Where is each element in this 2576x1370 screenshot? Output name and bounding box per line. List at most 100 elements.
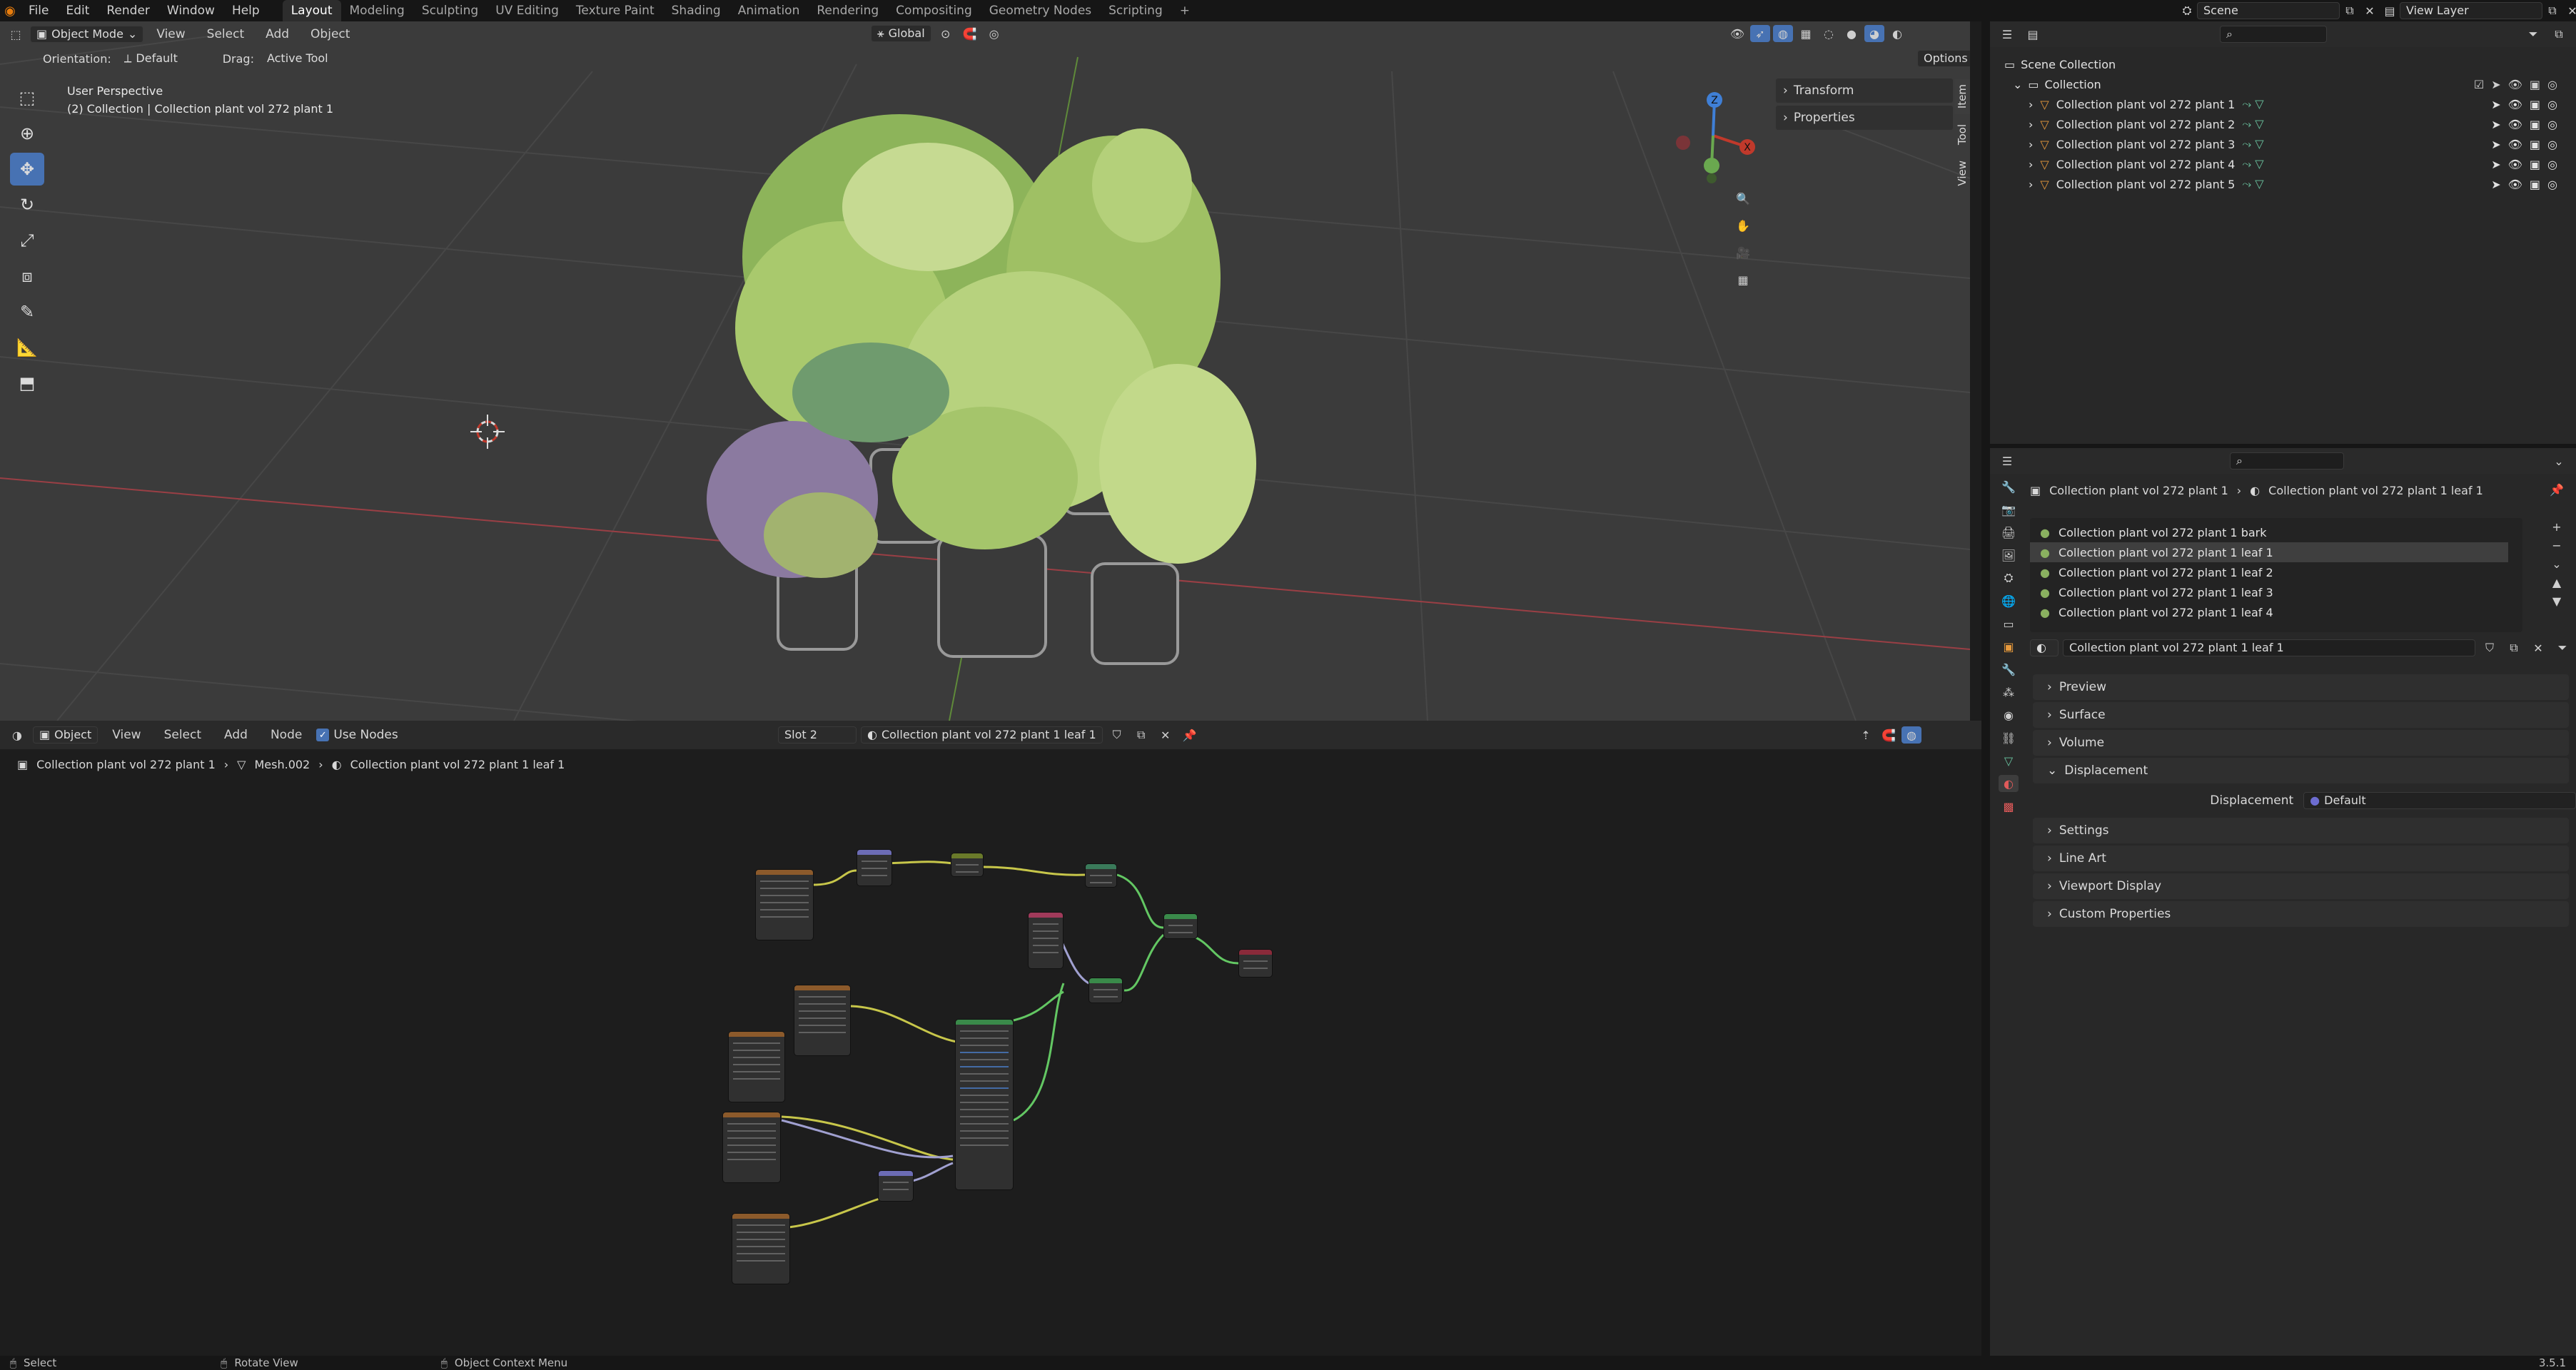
mix-shader-node[interactable] (1163, 913, 1198, 939)
panel-settings[interactable]: › Settings (2033, 818, 2569, 843)
menu-view[interactable]: View (148, 24, 193, 45)
panel-displacement[interactable]: ⌄ Displacement (2033, 758, 2569, 783)
tab-uv-editing[interactable]: UV Editing (487, 0, 567, 21)
unlink-material-icon[interactable]: ✕ (2528, 639, 2548, 656)
move-down-icon[interactable]: ▼ (2547, 592, 2567, 609)
navigation-gizmo[interactable]: X Z (1663, 86, 1763, 186)
object-restriction-toggles-icon[interactable]: ➤👁▣◎ (2491, 178, 2565, 191)
proportional-edit-icon[interactable]: ◎ (984, 25, 1004, 42)
panel-volume[interactable]: › Volume (2033, 730, 2569, 756)
properties-editor-icon[interactable]: ☰ (1997, 452, 2017, 470)
pivot-icon[interactable]: ⊙ (936, 25, 956, 42)
new-collection-icon[interactable]: ⧉ (2549, 26, 2569, 43)
wireframe-shading-icon[interactable]: ◌ (1819, 25, 1839, 42)
menu-help[interactable]: Help (223, 0, 268, 21)
remove-slot-icon[interactable]: − (2547, 537, 2567, 554)
image-texture-node[interactable] (755, 869, 814, 940)
material-name-field[interactable]: Collection plant vol 272 plant 1 leaf 1 (2063, 639, 2475, 656)
tab-sculpting[interactable]: Sculpting (413, 0, 487, 21)
outliner-item-plant-3[interactable]: › ▽ Collection plant vol 272 plant 3 ⤳ ▽ ➤👁▣… (1990, 134, 2576, 154)
panel-preview[interactable]: › Preview (2033, 674, 2569, 700)
image-texture-node-3[interactable] (728, 1031, 785, 1102)
texture-coordinate-node[interactable] (1028, 912, 1064, 969)
material-slot-item[interactable]: ● Collection plant vol 272 plant 1 leaf 3 (2030, 582, 2522, 602)
object-restriction-toggles-icon[interactable]: ➤👁▣◎ (2491, 138, 2565, 151)
material-slot-item[interactable]: ● Collection plant vol 272 plant 1 leaf 2 (2030, 562, 2522, 582)
visibility-icon[interactable]: 👁 (1727, 25, 1747, 42)
tab-animation[interactable]: Animation (729, 0, 809, 21)
gizmo-toggle-icon[interactable]: ➶ (1750, 25, 1770, 42)
object-restriction-toggles-icon[interactable]: ➤👁▣◎ (2491, 98, 2565, 111)
measure-tool-icon[interactable]: 📐 (10, 331, 44, 364)
rotate-tool-icon[interactable]: ↻ (10, 188, 44, 221)
tab-modeling[interactable]: Modeling (341, 0, 413, 21)
tab-texture-paint[interactable]: Texture Paint (567, 0, 663, 21)
drag-dropdown[interactable]: Active Tool (261, 50, 334, 67)
mapping-node[interactable] (857, 849, 892, 886)
image-texture-node-2[interactable] (794, 985, 851, 1056)
material-slot-item-active[interactable]: ● Collection plant vol 272 plant 1 leaf 1 (2030, 542, 2508, 562)
panel-custom-properties[interactable]: › Custom Properties (2033, 901, 2569, 927)
link-icon[interactable]: ⏷ (2552, 639, 2572, 656)
menu-add[interactable]: Add (257, 24, 298, 45)
delete-scene-icon[interactable]: ✕ (2360, 2, 2380, 19)
properties-search-input[interactable]: ⌕ (2230, 452, 2344, 470)
orthographic-grid-icon[interactable]: ▦ (1733, 271, 1753, 288)
mode-selector[interactable]: ▣ Object Mode ⌄ (30, 26, 144, 43)
new-scene-icon[interactable]: ⧉ (2340, 2, 2360, 19)
tool-tab-icon[interactable]: 🔧 (1999, 478, 2019, 495)
material-output-node[interactable] (1238, 949, 1273, 978)
zoom-icon[interactable]: 🔍 (1733, 190, 1753, 207)
view-layer-tab-icon[interactable]: 🖼 (1999, 547, 2019, 564)
scene-tab-icon[interactable]: ⛭ (1999, 569, 2019, 587)
menu-object[interactable]: Object (302, 24, 358, 45)
shader-node-editor[interactable]: ◑ ▣ Object View Select Add Node ✓ Use Node… (0, 721, 1984, 1356)
editor-type-icon[interactable]: ⬚ (6, 26, 26, 43)
annotate-tool-icon[interactable]: ✎ (10, 295, 44, 328)
duplicate-material-icon[interactable]: ⧉ (2504, 639, 2524, 656)
display-mode-icon[interactable]: ▤ (2023, 26, 2043, 43)
menu-edit[interactable]: Edit (57, 0, 98, 21)
options-button[interactable]: Options (1917, 50, 1970, 67)
move-up-icon[interactable]: ▲ (2547, 574, 2567, 591)
panel-surface[interactable]: › Surface (2033, 702, 2569, 728)
material-shading-icon[interactable]: ◕ (1864, 25, 1884, 42)
xray-icon[interactable]: ▦ (1796, 25, 1816, 42)
rendered-shading-icon[interactable]: ◐ (1887, 25, 1907, 42)
material-slot-item[interactable]: ● Collection plant vol 272 plant 1 leaf 4 (2030, 602, 2522, 622)
image-texture-node-5[interactable] (732, 1213, 790, 1284)
displacement-value-field[interactable]: ● Default (2303, 792, 2576, 809)
new-view-layer-icon[interactable]: ⧉ (2542, 2, 2562, 19)
fake-user-icon[interactable]: ⛉ (2480, 639, 2500, 656)
move-tool-icon[interactable]: ✥ (10, 153, 44, 186)
tab-rendering[interactable]: Rendering (808, 0, 887, 21)
outliner-item-plant-4[interactable]: › ▽ Collection plant vol 272 plant 4 ⤳ ▽ ➤👁▣… (1990, 154, 2576, 174)
collection-row[interactable]: ⌄ ▭ Collection ☑➤👁▣◎ (1990, 74, 2576, 94)
outliner[interactable]: ☰ ▤ ⌕ ⏷ ⧉ ▭ Scene Collection ⌄ ▭ Collection… (1990, 21, 2576, 444)
slot-menu-icon[interactable]: ⌄ (2547, 555, 2567, 572)
outliner-item-plant-2[interactable]: › ▽ Collection plant vol 272 plant 2 ⤳ ▽ ➤👁▣… (1990, 114, 2576, 134)
tab-compositing[interactable]: Compositing (887, 0, 981, 21)
snap-icon[interactable]: 🧲 (960, 25, 980, 42)
menu-render[interactable]: Render (98, 0, 158, 21)
collection-restriction-toggles-icon[interactable]: ☑➤👁▣◎ (2474, 78, 2565, 91)
output-tab-icon[interactable]: 🖨 (1999, 524, 2019, 541)
image-texture-node-4[interactable] (722, 1112, 781, 1183)
blender-logo-icon[interactable]: ◉ (0, 2, 20, 19)
filter-icon[interactable]: ⏷ (2523, 26, 2543, 43)
menu-select[interactable]: Select (198, 24, 253, 45)
browse-material-icon[interactable]: ◐ (2030, 639, 2059, 656)
add-workspace-button[interactable]: + (1171, 0, 1198, 21)
render-tab-icon[interactable]: 📷 (1999, 501, 2019, 518)
material-slot-list[interactable]: ● Collection plant vol 272 plant 1 bark ●… (2030, 518, 2522, 632)
object-restriction-toggles-icon[interactable]: ➤👁▣◎ (2491, 158, 2565, 171)
delete-view-layer-icon[interactable]: ✕ (2562, 2, 2576, 19)
tab-tool[interactable]: Tool (1954, 118, 1970, 151)
outliner-editor-icon[interactable]: ☰ (1997, 26, 2017, 43)
3d-viewport[interactable]: ⬚ ▣ Object Mode ⌄ View Select Add Object ⚹… (0, 21, 1970, 721)
camera-icon[interactable]: 🎥 (1733, 244, 1753, 261)
chevron-down-icon[interactable]: ⌄ (2549, 452, 2569, 470)
transform-panel-header[interactable]: › Transform (1776, 78, 1953, 103)
world-tab-icon[interactable]: 🌐 (1999, 592, 2019, 609)
plants-object[interactable] (707, 114, 1256, 665)
